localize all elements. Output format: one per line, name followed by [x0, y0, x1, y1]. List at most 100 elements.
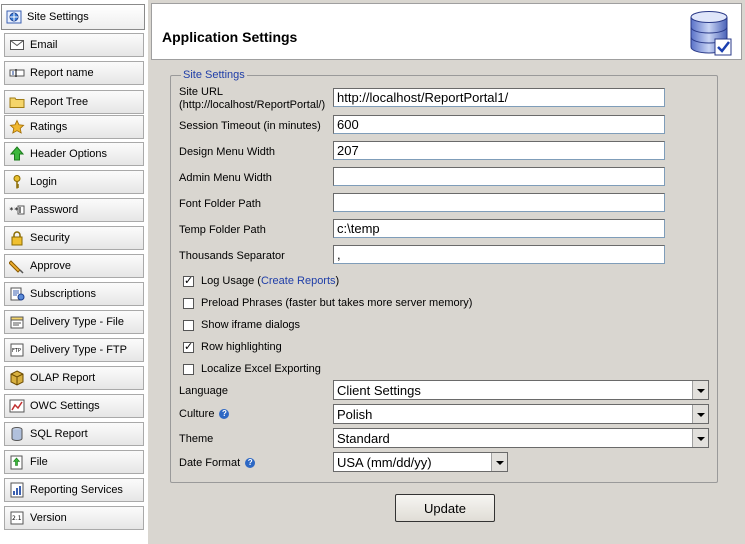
design-menu-width-input[interactable] — [333, 141, 665, 160]
owc-icon — [9, 398, 25, 414]
site-url-label: Site URL (http://localhost/ReportPortal/… — [179, 86, 325, 112]
sidebar-item-label: OLAP Report — [30, 372, 96, 384]
pencil-approve-icon — [9, 258, 25, 274]
page-title: Application Settings — [162, 29, 298, 45]
show-iframe-dialogs-row: Show iframe dialogs — [183, 319, 300, 331]
localize-excel-label: Localize Excel Exporting — [201, 363, 321, 375]
theme-select[interactable]: Standard — [333, 428, 709, 448]
folder-icon — [9, 94, 25, 110]
show-iframe-dialogs-checkbox[interactable] — [183, 319, 194, 331]
language-select[interactable]: Client Settings — [333, 380, 709, 400]
sidebar-item-label: Header Options — [30, 148, 108, 160]
sidebar-item-label: Subscriptions — [30, 288, 97, 300]
help-icon[interactable]: ? — [219, 409, 230, 420]
sidebar-item-file[interactable]: File — [4, 450, 144, 474]
date-format-select-value: USA (mm/dd/yy) — [337, 454, 432, 470]
reporting-services-icon — [9, 482, 25, 498]
green-arrow-up-icon — [9, 146, 25, 162]
sidebar-item-delivery-file[interactable]: Delivery Type - File — [4, 310, 144, 334]
log-usage-row: Log Usage (Create Reports) — [183, 274, 339, 287]
password-field-icon: ** — [9, 202, 25, 218]
key-icon — [9, 174, 25, 190]
localize-excel-checkbox[interactable] — [183, 363, 194, 375]
language-select-value: Client Settings — [337, 382, 421, 398]
sidebar-item-security[interactable]: Security — [4, 226, 144, 250]
update-button[interactable]: Update — [395, 494, 495, 522]
preload-phrases-checkbox[interactable] — [183, 297, 194, 309]
preload-phrases-row: Preload Phrases (faster but takes more s… — [183, 297, 472, 309]
chevron-down-icon[interactable] — [692, 405, 708, 423]
sidebar-item-label: Security — [30, 232, 70, 244]
svg-text:2.1: 2.1 — [12, 515, 22, 522]
svg-text:**: ** — [9, 206, 19, 215]
page-header: Application Settings — [151, 3, 742, 60]
sidebar-item-email[interactable]: Email — [4, 33, 144, 57]
database-icon — [9, 426, 25, 442]
sidebar-item-label: Approve — [30, 260, 71, 272]
site-url-label-line2: (http://localhost/ReportPortal/) — [179, 99, 326, 111]
file-upload-icon — [9, 454, 25, 470]
chevron-down-icon[interactable] — [491, 453, 507, 471]
delivery-ftp-icon: FTP — [9, 342, 25, 358]
site-settings-icon — [6, 9, 22, 25]
date-format-label: Date Format? — [179, 457, 256, 470]
sidebar-item-label: Ratings — [30, 121, 68, 133]
site-settings-legend: Site Settings — [183, 69, 245, 81]
sidebar-item-label: OWC Settings — [30, 400, 100, 412]
sidebar-item-label: Report Tree — [30, 96, 89, 108]
sidebar-item-olap-report[interactable]: OLAP Report — [4, 366, 144, 390]
log-usage-checkbox[interactable] — [183, 274, 194, 287]
sidebar-item-version[interactable]: 2.1 Version — [4, 506, 144, 530]
create-reports-link[interactable]: Create Reports — [261, 275, 336, 287]
culture-label-text: Culture — [179, 408, 215, 420]
thousands-separator-input[interactable] — [333, 245, 665, 264]
sidebar-item-label: Delivery Type - FTP — [30, 344, 127, 356]
sidebar-item-label: Version — [30, 512, 67, 524]
site-url-input[interactable] — [333, 88, 665, 107]
site-url-label-line1: Site URL — [179, 86, 224, 98]
row-highlighting-checkbox[interactable] — [183, 340, 194, 353]
sidebar-item-approve[interactable]: Approve — [4, 254, 144, 278]
culture-select[interactable]: Polish — [333, 404, 709, 424]
font-folder-path-label: Font Folder Path — [179, 198, 261, 210]
database-settings-icon — [690, 11, 732, 56]
delivery-file-icon — [9, 314, 25, 330]
help-icon[interactable]: ? — [245, 458, 256, 469]
sidebar-item-label: Email — [30, 39, 58, 51]
sidebar-item-report-name[interactable]: Report name — [4, 61, 144, 85]
show-iframe-dialogs-label: Show iframe dialogs — [201, 319, 301, 331]
sidebar-item-password[interactable]: ** Password — [4, 198, 144, 222]
sidebar-item-site-settings[interactable]: Site Settings — [1, 4, 145, 30]
email-icon — [9, 37, 25, 53]
admin-sidebar: Site Settings Email Report name Report T… — [0, 0, 148, 544]
sidebar-item-delivery-ftp[interactable]: FTP Delivery Type - FTP — [4, 338, 144, 362]
sidebar-item-ratings[interactable]: Ratings — [4, 115, 144, 139]
session-timeout-label: Session Timeout (in minutes) — [179, 120, 321, 132]
sidebar-item-subscriptions[interactable]: Subscriptions — [4, 282, 144, 306]
session-timeout-input[interactable] — [333, 115, 665, 134]
sidebar-item-login[interactable]: Login — [4, 170, 144, 194]
sidebar-item-sql-report[interactable]: SQL Report — [4, 422, 144, 446]
row-highlighting-row: Row highlighting — [183, 340, 282, 353]
preload-phrases-label: Preload Phrases (faster but takes more s… — [201, 297, 473, 309]
localize-excel-row: Localize Excel Exporting — [183, 363, 321, 375]
date-format-label-text: Date Format — [179, 457, 241, 469]
font-folder-path-input[interactable] — [333, 193, 665, 212]
sidebar-item-owc-settings[interactable]: OWC Settings — [4, 394, 144, 418]
version-icon: 2.1 — [9, 510, 25, 526]
log-usage-label: Log Usage ( — [201, 275, 261, 287]
admin-menu-width-input[interactable] — [333, 167, 665, 186]
subscriptions-icon — [9, 286, 25, 302]
theme-select-value: Standard — [337, 430, 390, 446]
date-format-select[interactable]: USA (mm/dd/yy) — [333, 452, 508, 472]
sidebar-item-reporting-services[interactable]: Reporting Services — [4, 478, 144, 502]
culture-select-value: Polish — [337, 406, 373, 422]
sidebar-item-label: Report name — [30, 67, 94, 79]
chevron-down-icon[interactable] — [692, 429, 708, 447]
sidebar-item-report-tree[interactable]: Report Tree — [4, 90, 144, 114]
sidebar-item-label: Site Settings — [27, 11, 89, 23]
sidebar-item-header-options[interactable]: Header Options — [4, 142, 144, 166]
temp-folder-path-input[interactable] — [333, 219, 665, 238]
sidebar-item-label: File — [30, 456, 48, 468]
chevron-down-icon[interactable] — [692, 381, 708, 399]
